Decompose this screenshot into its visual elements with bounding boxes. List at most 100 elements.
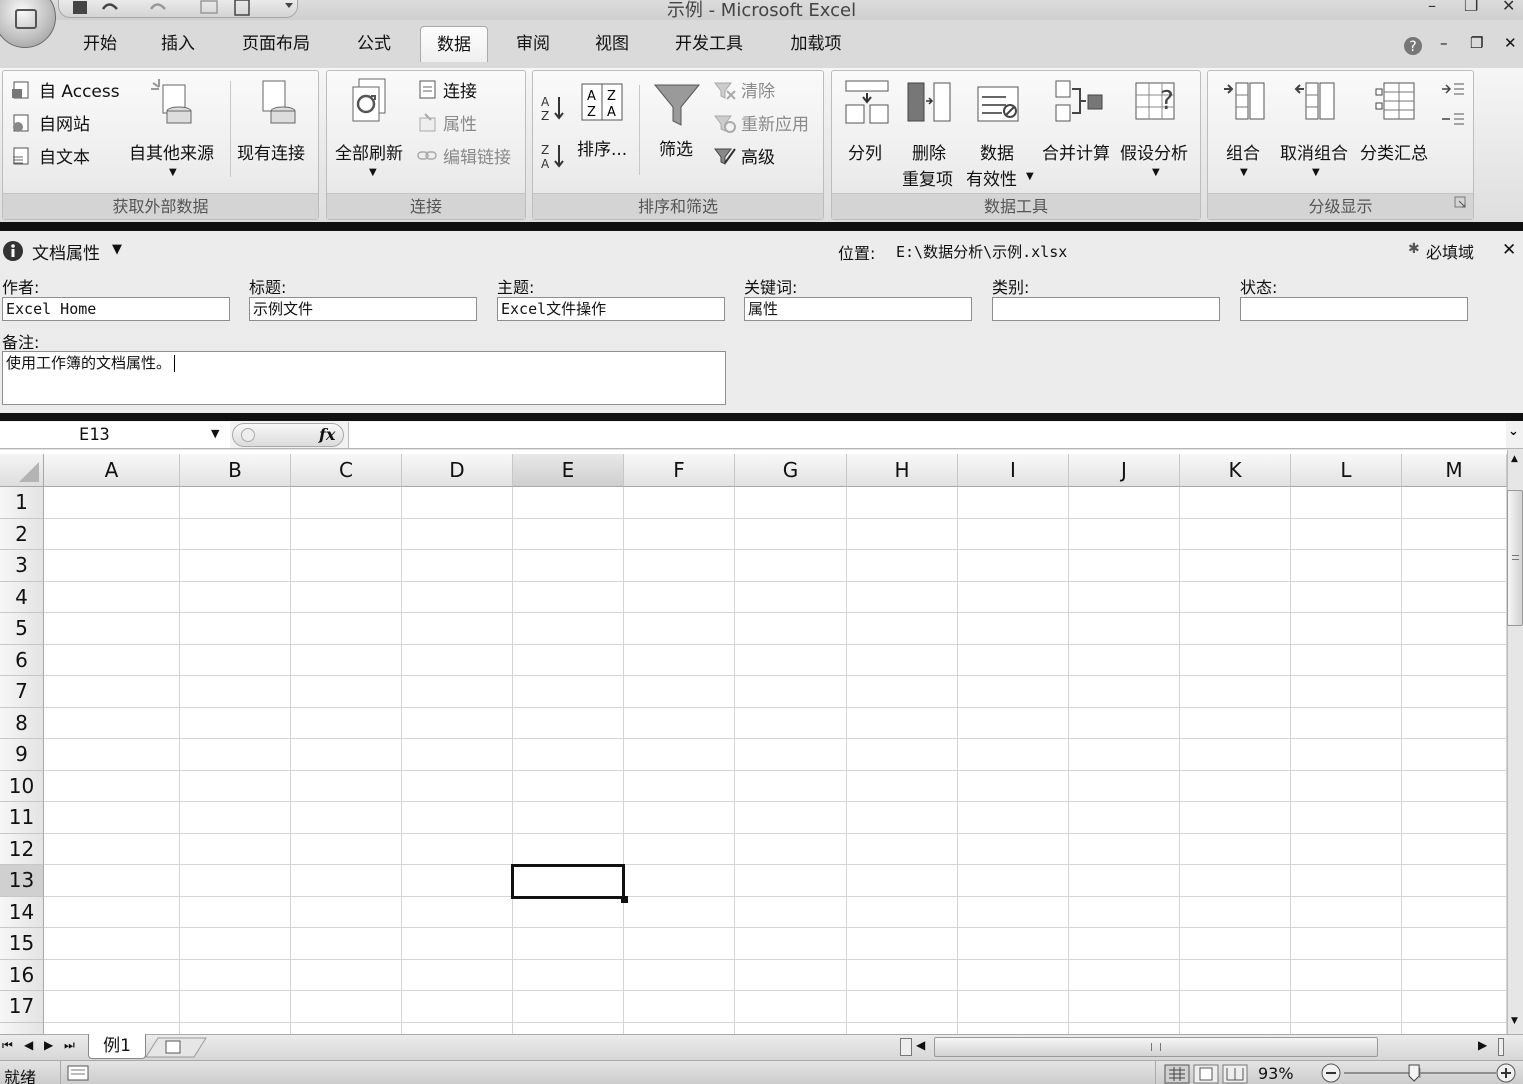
data-validation-button[interactable]: 数据 有效性 ▼ [964,77,1036,190]
split-box[interactable] [1498,1038,1504,1056]
category-field[interactable] [992,297,1220,321]
tab-formulas[interactable]: 公式 [344,26,404,62]
last-sheet-icon[interactable]: ⏭ [64,1038,75,1053]
formula-input[interactable] [348,422,1506,448]
group-button[interactable]: 组合 ▼ [1216,77,1272,187]
column-header-d[interactable]: D [402,454,513,487]
row-header-17[interactable]: 17 [0,991,44,1023]
row-header-6[interactable]: 6 [0,644,44,676]
tab-insert[interactable]: 插入 [148,26,208,62]
row-header-14[interactable]: 14 [0,896,44,928]
tab-data[interactable]: 数据 [420,26,488,62]
restore-icon[interactable]: ❐ [1464,0,1478,15]
consolidate-button[interactable]: 合并计算 [1040,77,1116,167]
column-header-j[interactable]: J [1069,454,1180,487]
column-header-i[interactable]: I [958,454,1069,487]
ribbon-close-icon[interactable]: ✕ [1504,34,1517,52]
status-field[interactable] [1240,297,1468,321]
fill-handle[interactable] [621,895,628,903]
hide-detail-icon[interactable] [1440,111,1466,133]
column-header-g[interactable]: G [735,454,847,487]
text-to-columns-button[interactable]: 分列 [842,77,894,167]
scroll-right-icon[interactable]: ▶ [1478,1038,1487,1052]
document-icon[interactable] [234,0,250,16]
column-header-e[interactable]: E [513,454,624,487]
zoom-slider[interactable] [1318,1062,1518,1084]
column-header-b[interactable]: B [180,454,291,487]
sort-button[interactable]: AZZA 排序... [575,81,631,171]
row-header-10[interactable]: 10 [0,770,44,802]
column-header-a[interactable]: A [44,454,180,487]
refresh-all-button[interactable]: 全部刷新 ▼ [331,77,411,187]
prev-sheet-icon[interactable]: ◀ [24,1038,33,1052]
close-panel-icon[interactable]: ✕ [1502,240,1516,260]
title-field[interactable]: 示例文件 [249,297,477,321]
next-sheet-icon[interactable]: ▶ [44,1038,53,1052]
row-header-15[interactable]: 15 [0,928,44,960]
horizontal-scroll-thumb[interactable] [934,1037,1378,1057]
save-icon[interactable] [73,1,87,14]
help-icon[interactable]: ? [1402,35,1424,57]
undo-icon[interactable] [101,3,118,10]
active-cell[interactable] [511,864,625,899]
macro-record-icon[interactable] [66,1064,90,1082]
sort-ascending-icon[interactable]: AZ [539,93,569,123]
row-header-13[interactable]: 13 [0,865,44,897]
tab-review[interactable]: 审阅 [503,26,563,62]
spreadsheet-grid[interactable]: A B C D E F G H I J K L M 1 2 3 4 5 6 7 8 9 10 11 12 13 14 15 16 17 [0,450,1507,1034]
comments-field[interactable]: 使用工作簿的文档属性。 [2,351,726,405]
name-box[interactable]: E13 [0,422,230,448]
keywords-field[interactable]: 属性 [744,297,972,321]
doc-props-title[interactable]: 文档属性 [32,239,100,264]
row-header-8[interactable]: 8 [0,707,44,739]
insert-function-icon[interactable]: fx [319,425,335,444]
row-header-11[interactable]: 11 [0,802,44,834]
row-header-5[interactable]: 5 [0,613,44,645]
filter-button[interactable]: 筛选 [647,77,707,173]
sort-descending-icon[interactable]: ZA [539,141,569,171]
subject-field[interactable]: Excel文件操作 [497,297,725,321]
column-header-k[interactable]: K [1180,454,1291,487]
row-header-7[interactable]: 7 [0,676,44,708]
redo-icon[interactable] [149,3,166,10]
dialog-launcher-icon[interactable] [1454,196,1468,210]
ribbon-minimize-icon[interactable]: – [1440,34,1448,52]
from-other-sources-button[interactable]: 自其他来源 ▼ [127,77,223,187]
column-header-f[interactable]: F [624,454,735,487]
what-if-analysis-button[interactable]: ? 假设分析 ▼ [1118,77,1198,187]
tab-home[interactable]: 开始 [70,26,130,62]
normal-view-icon[interactable] [1164,1064,1190,1084]
row-header-9[interactable]: 9 [0,739,44,771]
author-field[interactable]: Excel Home [2,297,230,321]
tab-addins[interactable]: 加载项 [778,26,854,62]
expand-formula-bar-icon[interactable]: ⌄ [1508,424,1519,439]
row-header-4[interactable]: 4 [0,581,44,613]
minimize-icon[interactable]: – [1428,0,1436,15]
vertical-scrollbar[interactable]: ▲ ▼ [1507,450,1523,1034]
zoom-level[interactable]: 93% [1258,1064,1294,1083]
print-preview-icon[interactable] [200,0,218,14]
tab-view[interactable]: 视图 [582,26,642,62]
row-header-1[interactable]: 1 [0,487,44,519]
tab-split-handle[interactable] [900,1038,912,1056]
remove-duplicates-button[interactable]: 删除 重复项 [898,77,960,190]
ungroup-button[interactable]: 取消组合 ▼ [1278,77,1354,187]
expand-circle-icon[interactable] [241,428,255,442]
page-break-view-icon[interactable] [1222,1064,1248,1084]
zoom-in-icon[interactable] [1496,1063,1516,1083]
column-header-l[interactable]: L [1291,454,1402,487]
customize-arrow-icon[interactable] [285,3,293,8]
scroll-down-icon[interactable]: ▼ [1511,1016,1518,1026]
column-header-c[interactable]: C [291,454,402,487]
row-header-2[interactable]: 2 [0,518,44,550]
row-header-12[interactable]: 12 [0,833,44,865]
select-all-corner[interactable] [0,454,44,487]
insert-sheet-tab[interactable] [144,1036,208,1058]
close-icon[interactable]: ✕ [1502,0,1515,15]
scroll-left-icon[interactable]: ◀ [916,1038,925,1052]
row-header-16[interactable]: 16 [0,959,44,991]
show-detail-icon[interactable] [1440,81,1466,103]
page-layout-view-icon[interactable] [1193,1064,1219,1084]
tab-developer[interactable]: 开发工具 [664,26,754,62]
column-header-m[interactable]: M [1402,454,1507,487]
